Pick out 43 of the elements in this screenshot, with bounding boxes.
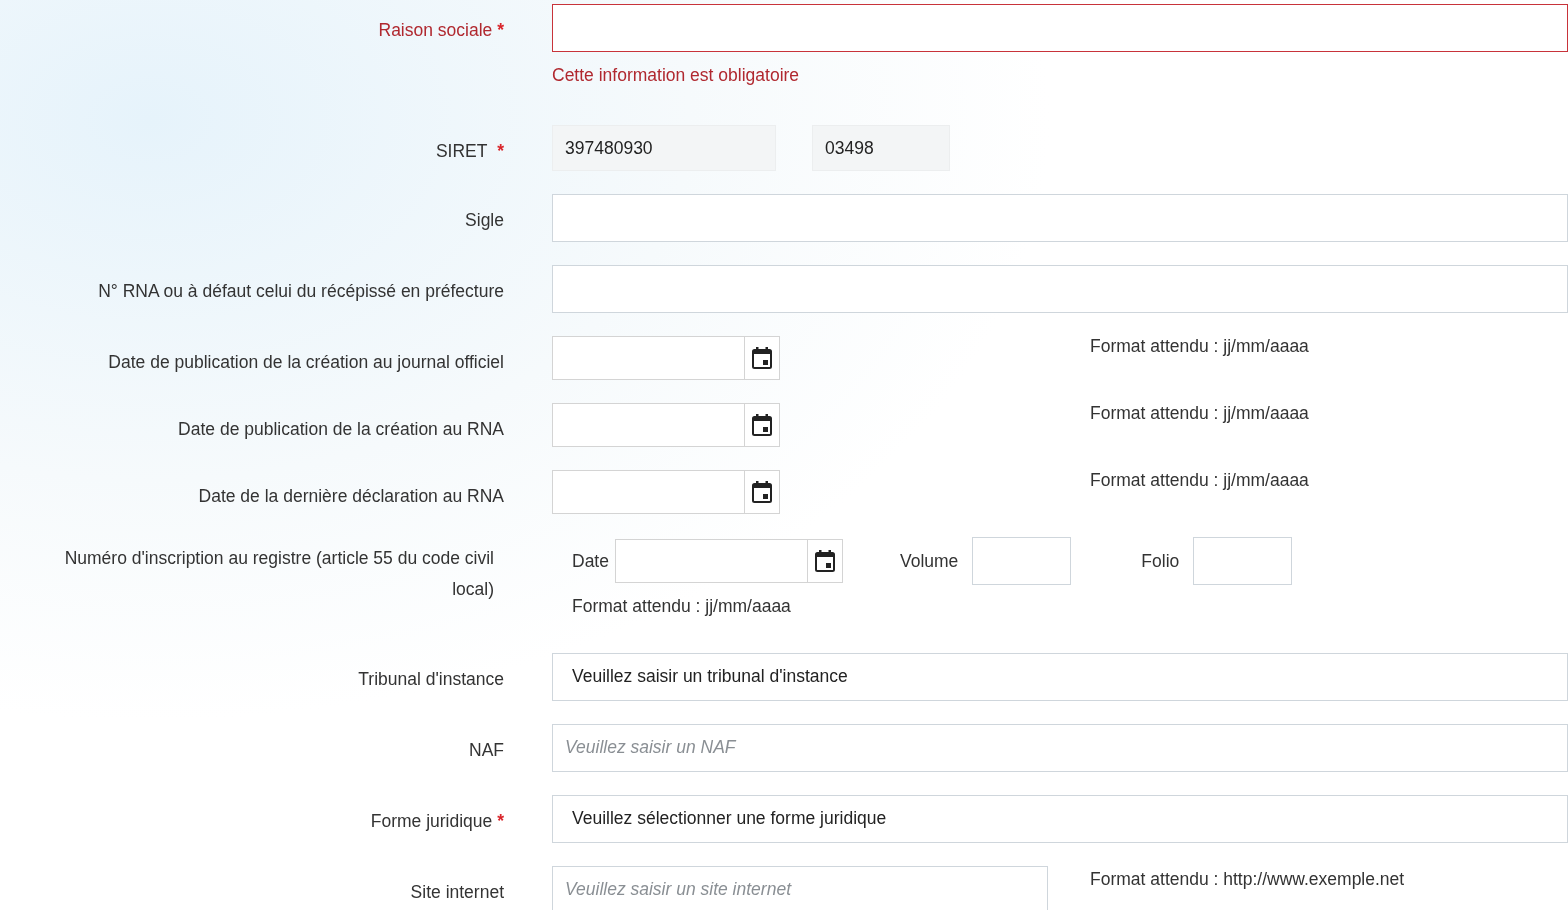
field-label: Site internet (410, 881, 504, 902)
format-hint: Format attendu : jj/mm/aaaa (1090, 402, 1309, 426)
calendar-icon (813, 549, 836, 574)
field-label: N° RNA ou à défaut celui du récépissé en préfecture (98, 281, 504, 302)
field-label: Tribunal d'instance (358, 668, 504, 689)
field-label: Folio (1141, 550, 1180, 574)
format-hint: Format attendu : jj/mm/aaaa (572, 595, 792, 619)
field-label: Volume (899, 550, 959, 574)
volume-field[interactable] (972, 537, 1072, 586)
field-label: Numéro d'inscription au registre (article 55 du code civil local) (64, 548, 494, 599)
calendar-button[interactable] (743, 470, 780, 515)
format-hint: Format attendu : http://www.exemple.net (1090, 867, 1405, 891)
select-field[interactable]: Veuillez sélectionner une forme juridique (552, 794, 1568, 843)
field-label: Raison sociale (378, 20, 493, 40)
required-asterisk: * (497, 810, 504, 831)
required-asterisk: * (497, 20, 504, 40)
siret-field[interactable]: 397480930 (552, 125, 776, 172)
calendar-icon (750, 346, 773, 371)
error-message: Cette information est obligatoire (552, 64, 801, 87)
field-label: Date (572, 550, 609, 574)
field-label: Forme juridique (370, 810, 493, 831)
calendar-button[interactable] (806, 539, 843, 584)
date-field[interactable] (614, 539, 807, 584)
date-field[interactable] (552, 470, 744, 515)
date-field[interactable] (552, 403, 744, 448)
calendar-icon (750, 480, 773, 505)
field-label: Date de publication de la création au RNA (178, 419, 504, 440)
field-label: Date de publication de la création au journal officiel (108, 352, 504, 373)
field-label: SIRET (435, 141, 488, 162)
siret-field[interactable]: 03498 (812, 125, 950, 172)
field-label: Sigle (465, 210, 504, 231)
calendar-button[interactable] (743, 336, 780, 381)
select-field[interactable]: Veuillez saisir un tribunal d'instance (552, 652, 1568, 701)
field-label: NAF (469, 739, 504, 760)
format-hint: Format attendu : jj/mm/aaaa (1090, 335, 1309, 359)
required-asterisk: * (497, 141, 504, 162)
date-field[interactable] (552, 336, 744, 381)
calendar-icon (750, 413, 773, 438)
folio-field[interactable] (1193, 537, 1293, 586)
format-hint: Format attendu : jj/mm/aaaa (1090, 469, 1309, 493)
field-label: Date de la dernière déclaration au RNA (198, 486, 504, 507)
calendar-button[interactable] (743, 403, 780, 448)
text-field[interactable] (552, 4, 1568, 52)
